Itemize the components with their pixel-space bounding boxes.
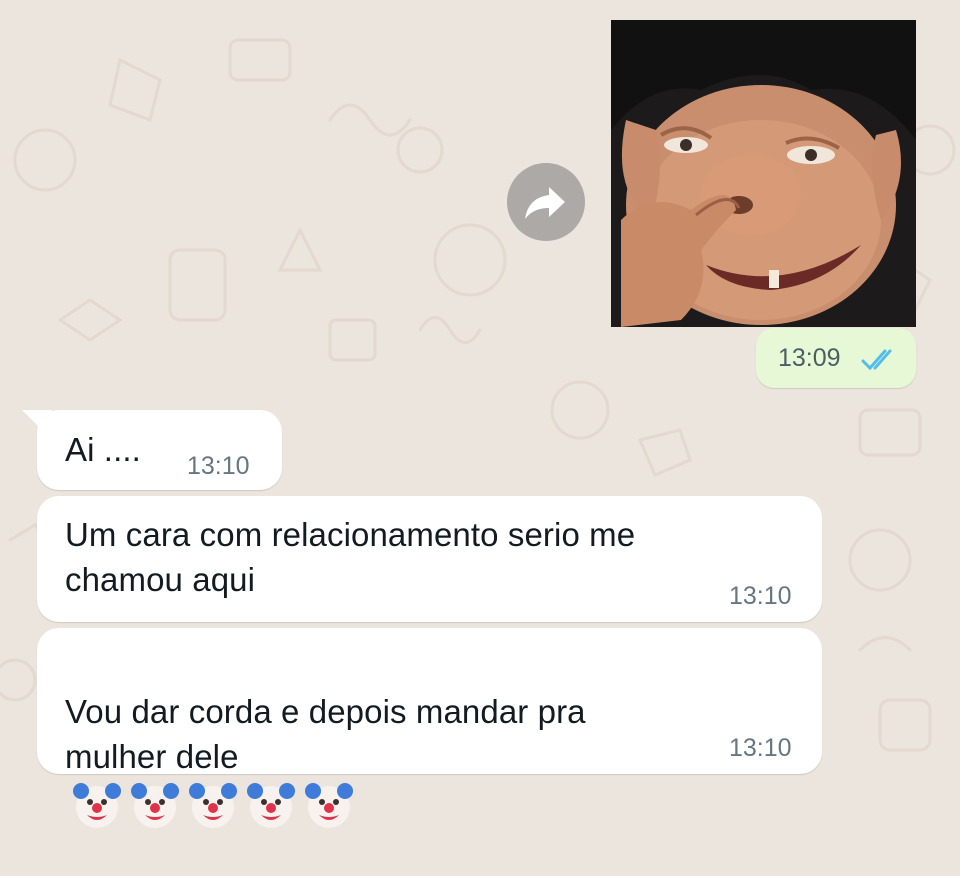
forward-arrow-icon [525, 187, 565, 219]
message-timestamp: 13:10 [729, 734, 792, 762]
double-check-blue-icon [861, 349, 892, 371]
forward-button[interactable] [507, 163, 585, 241]
outgoing-message-meta[interactable]: 13:09 [756, 328, 916, 388]
clown-face-icon [247, 783, 295, 828]
message-timestamp: 13:10 [729, 582, 792, 610]
incoming-message-bubble[interactable]: Vou dar corda e depois mandar pra mulher… [37, 628, 822, 828]
message-text: Ai .... [65, 431, 141, 468]
bubble-tail [22, 410, 52, 440]
clown-face-icon [73, 783, 121, 828]
goblin-face-illustration [611, 20, 916, 327]
incoming-message-bubble[interactable]: Um cara com relacionamento serio me cham… [37, 496, 822, 622]
message-text: Um cara com relacionamento serio me cham… [65, 516, 636, 598]
clown-face-icon [305, 783, 353, 828]
message-timestamp: 13:09 [778, 344, 841, 372]
incoming-message-bubble[interactable]: Ai .... 13:10 [37, 410, 282, 490]
clown-face-icon [131, 783, 179, 828]
message-timestamp: 13:10 [187, 452, 250, 480]
message-text-content: Vou dar corda e depois mandar pra mulher… [65, 693, 586, 775]
clown-face-icon [189, 783, 237, 828]
goblin-sticker-image[interactable] [611, 20, 916, 327]
clown-emoji-group [65, 783, 355, 828]
message-text: Vou dar corda e depois mandar pra mulher… [65, 644, 586, 876]
